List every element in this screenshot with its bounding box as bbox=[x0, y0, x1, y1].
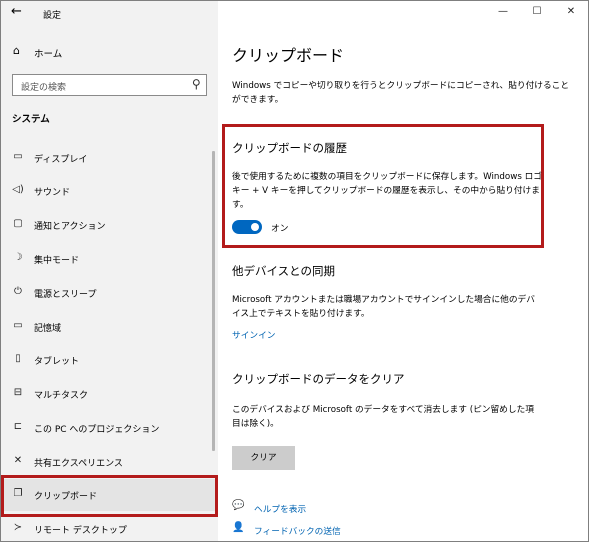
feedback-link[interactable]: フィードバックの送信 bbox=[254, 524, 341, 537]
clear-button[interactable]: クリア bbox=[232, 446, 295, 470]
sidebar: ← 設定 ⌂ ホーム 設定の検索 ⚲ システム ▭ ディスプレイ ◁) サウンド… bbox=[1, 1, 218, 541]
history-heading: クリップボードの履歴 bbox=[232, 141, 347, 155]
sidebar-item-label: 電源とスリープ bbox=[34, 290, 97, 300]
projection-icon: ⊏ bbox=[13, 421, 23, 432]
sidebar-item-label: サウンド bbox=[34, 188, 71, 198]
speaker-icon: ◁) bbox=[12, 184, 24, 195]
home-nav-item[interactable]: ⌂ ホーム bbox=[1, 39, 218, 65]
sidebar-item-label: 共有エクスペリエンス bbox=[34, 459, 123, 469]
sidebar-item-storage[interactable]: ▭ 記憶域 bbox=[1, 311, 218, 343]
sidebar-item-notifications[interactable]: ▢ 通知とアクション bbox=[1, 209, 218, 241]
sidebar-item-label: タブレット bbox=[34, 357, 80, 367]
sidebar-item-shared-experiences[interactable]: ✕ 共有エクスペリエンス bbox=[1, 446, 218, 478]
sidebar-item-power[interactable]: ⏻ 電源とスリープ bbox=[1, 277, 218, 309]
sidebar-item-label: リモート デスクトップ bbox=[34, 526, 127, 536]
content-pane: — ☐ ✕ クリップボード Windows でコピーや切り取りを行うとクリップボ… bbox=[218, 1, 588, 541]
sidebar-item-label: 通知とアクション bbox=[34, 222, 106, 232]
clear-heading: クリップボードのデータをクリア bbox=[232, 372, 405, 386]
sidebar-item-focus[interactable]: ☽ 集中モード bbox=[1, 243, 218, 275]
sidebar-item-label: 記憶域 bbox=[34, 324, 62, 334]
sidebar-item-display[interactable]: ▭ ディスプレイ bbox=[1, 142, 218, 174]
toggle-state-label: オン bbox=[271, 224, 289, 234]
home-icon: ⌂ bbox=[13, 44, 20, 57]
sidebar-item-projection[interactable]: ⊏ この PC へのプロジェクション bbox=[1, 412, 218, 444]
sidebar-scrollbar[interactable] bbox=[212, 151, 215, 451]
search-icon: ⚲ bbox=[192, 77, 201, 91]
sidebar-item-label: ディスプレイ bbox=[34, 155, 88, 165]
page-title: クリップボード bbox=[232, 46, 345, 65]
moon-icon: ☽ bbox=[13, 252, 23, 263]
sync-heading: 他デバイスとの同期 bbox=[232, 264, 336, 278]
storage-icon: ▭ bbox=[13, 320, 23, 331]
share-icon: ✕ bbox=[13, 455, 23, 466]
feedback-icon: 👤 bbox=[232, 522, 245, 533]
help-link[interactable]: ヘルプを表示 bbox=[254, 502, 306, 515]
clipboard-highlight-frame bbox=[1, 475, 218, 517]
intro-text: Windows でコピーや切り取りを行うとクリップボードにコピーされ、貼り付ける… bbox=[232, 81, 570, 105]
notification-icon: ▢ bbox=[13, 218, 23, 229]
window-controls: — ☐ ✕ bbox=[486, 1, 588, 25]
maximize-button[interactable]: ☐ bbox=[520, 1, 554, 25]
sidebar-item-remote-desktop[interactable]: ≻ リモート デスクトップ bbox=[1, 513, 218, 542]
display-icon: ▭ bbox=[13, 151, 23, 162]
sync-description: Microsoft アカウントまたは職場アカウントでサインインした場合に他のデバ… bbox=[232, 295, 535, 319]
sidebar-item-tablet[interactable]: ▯ タブレット bbox=[1, 344, 218, 376]
multitask-icon: ⊟ bbox=[13, 387, 23, 398]
help-icon: 💬 bbox=[232, 500, 245, 511]
history-description: 後で使用するために複数の項目をクリップボードに保存します。Windows ロゴ … bbox=[232, 172, 542, 210]
sidebar-item-sound[interactable]: ◁) サウンド bbox=[1, 175, 218, 207]
search-input[interactable]: 設定の検索 ⚲ bbox=[12, 74, 207, 96]
sidebar-item-label: マルチタスク bbox=[34, 391, 89, 401]
sidebar-item-multitasking[interactable]: ⊟ マルチタスク bbox=[1, 378, 218, 410]
sidebar-item-label: 集中モード bbox=[34, 256, 80, 266]
toggle-knob bbox=[251, 223, 259, 231]
clear-description: このデバイスおよび Microsoft のデータをすべて消去します (ピン留めし… bbox=[232, 405, 534, 429]
home-label: ホーム bbox=[34, 49, 63, 60]
search-placeholder: 設定の検索 bbox=[21, 83, 67, 93]
minimize-button[interactable]: — bbox=[486, 1, 520, 25]
power-icon: ⏻ bbox=[14, 286, 22, 297]
back-arrow-icon[interactable]: ← bbox=[11, 4, 22, 19]
close-button[interactable]: ✕ bbox=[554, 1, 588, 25]
sidebar-item-label: この PC へのプロジェクション bbox=[34, 425, 160, 435]
remote-desktop-icon: ≻ bbox=[13, 522, 23, 533]
signin-link[interactable]: サインイン bbox=[232, 328, 275, 341]
title-bar: ← 設定 bbox=[1, 1, 218, 27]
section-title: システム bbox=[12, 114, 50, 125]
app-title: 設定 bbox=[43, 11, 62, 21]
history-toggle[interactable] bbox=[232, 220, 262, 234]
tablet-icon: ▯ bbox=[15, 353, 21, 364]
